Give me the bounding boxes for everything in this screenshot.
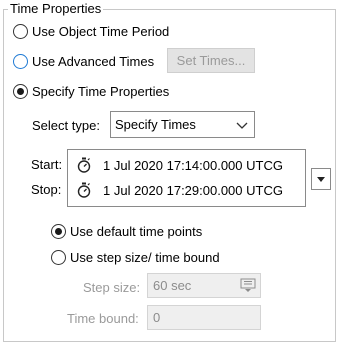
option-object-time-period-label: Use Object Time Period <box>32 23 170 39</box>
step-size-field[interactable]: 60 sec <box>147 273 261 298</box>
chevron-down-icon <box>236 122 248 129</box>
group-title: Time Properties <box>8 1 104 16</box>
option-step-size-time-bound[interactable]: Use step size/ time bound <box>51 247 220 267</box>
radio-default-time-points[interactable] <box>51 223 66 239</box>
radio-selected-dot <box>55 227 62 235</box>
start-label: Start: <box>31 157 63 172</box>
start-time-value: 1 Jul 2020 17:14:00.000 UTCG <box>103 157 283 173</box>
select-type-label: Select type: <box>32 118 100 133</box>
stop-label: Stop: <box>31 182 62 197</box>
step-size-label: Step size: <box>83 280 141 295</box>
keypad-spinner-icon[interactable] <box>240 278 256 293</box>
time-bound-value: 0 <box>153 310 161 325</box>
option-advanced-times[interactable]: Use Advanced Times <box>13 51 154 71</box>
time-dropdown-button[interactable] <box>311 168 331 190</box>
stopwatch-icon <box>77 182 91 198</box>
set-times-button[interactable]: Set Times... <box>167 48 255 73</box>
radio-object-time-period[interactable] <box>13 23 28 39</box>
option-advanced-times-label: Use Advanced Times <box>32 53 155 69</box>
option-specify-time-properties-label: Specify Time Properties <box>32 83 170 99</box>
radio-advanced-times[interactable] <box>13 53 28 69</box>
stopwatch-icon <box>77 157 91 173</box>
radio-selected-dot <box>17 87 24 95</box>
option-default-time-points[interactable]: Use default time points <box>51 221 202 241</box>
radio-step-size-time-bound[interactable] <box>51 249 66 265</box>
select-type-value: Specify Times <box>115 117 196 132</box>
time-bound-label: Time bound: <box>67 311 139 326</box>
option-step-size-time-bound-label: Use step size/ time bound <box>70 249 220 265</box>
start-time-entry[interactable]: 1 Jul 2020 17:14:00.000 UTCG <box>77 156 283 174</box>
select-type-dropdown[interactable]: Specify Times <box>110 111 255 138</box>
step-size-value: 60 sec <box>153 278 192 293</box>
stop-time-entry[interactable]: 1 Jul 2020 17:29:00.000 UTCG <box>77 181 283 199</box>
time-bound-field[interactable]: 0 <box>147 305 261 330</box>
stop-time-value: 1 Jul 2020 17:29:00.000 UTCG <box>103 182 283 198</box>
radio-specify-time-properties[interactable] <box>13 83 28 99</box>
option-object-time-period[interactable]: Use Object Time Period <box>13 21 169 41</box>
option-default-time-points-label: Use default time points <box>70 223 203 239</box>
option-specify-time-properties[interactable]: Specify Time Properties <box>13 81 169 101</box>
time-range-box[interactable]: 1 Jul 2020 17:14:00.000 UTCG 1 Jul 2020 … <box>67 149 306 207</box>
dropdown-arrow-icon <box>317 176 325 182</box>
